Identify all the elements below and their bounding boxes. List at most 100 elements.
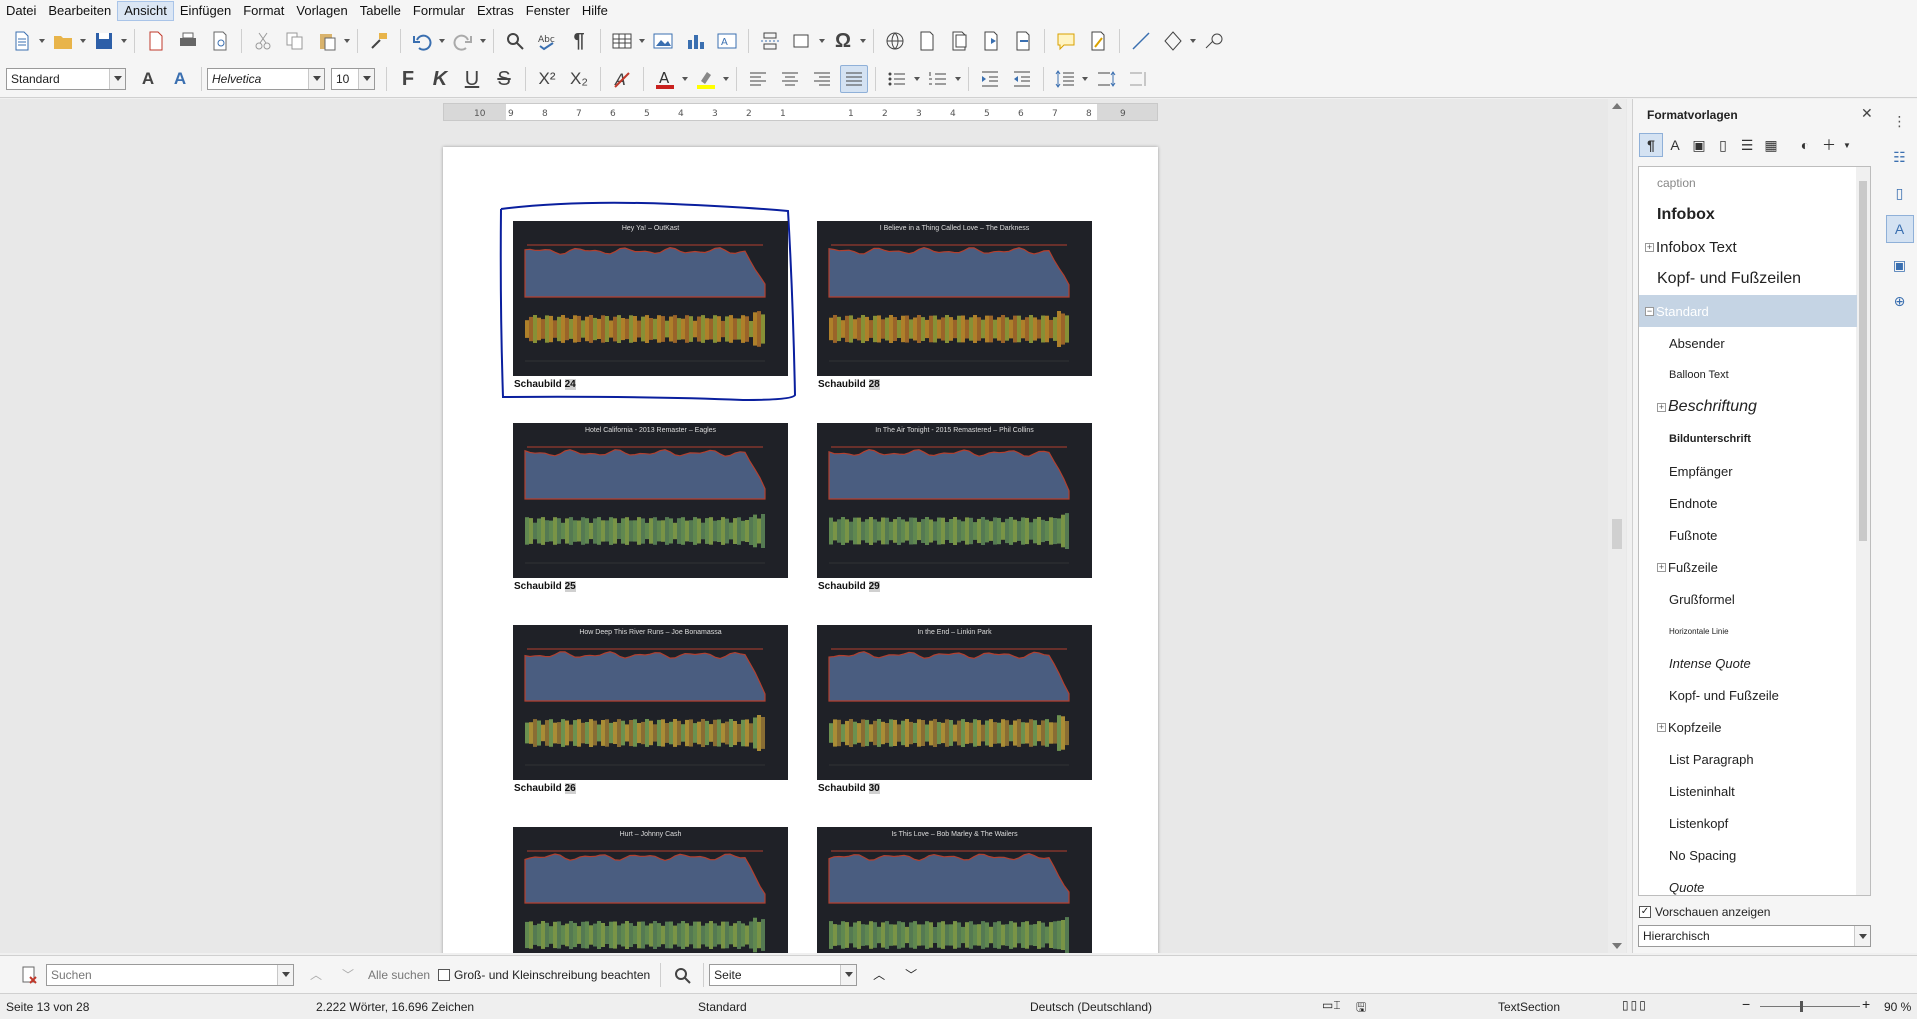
- page-styles-icon[interactable]: ▯: [1711, 133, 1735, 157]
- style-list-scrollbar[interactable]: [1856, 167, 1870, 895]
- navigator-icon[interactable]: ⊕: [1886, 287, 1914, 315]
- special-char-dropdown[interactable]: [859, 27, 866, 55]
- save-icon[interactable]: [90, 27, 118, 55]
- style-item[interactable]: + Kopfzeile: [1639, 711, 1857, 743]
- paragraph-style-combo[interactable]: Standard: [6, 67, 126, 90]
- caption-number-field[interactable]: 25: [564, 581, 576, 592]
- endnote-icon[interactable]: [945, 27, 973, 55]
- character-styles-icon[interactable]: A: [1663, 133, 1687, 157]
- find-replace-icon[interactable]: [501, 27, 529, 55]
- style-item[interactable]: + Infobox Text: [1639, 231, 1857, 263]
- style-item[interactable]: − Standard: [1639, 295, 1857, 327]
- bookmark-icon[interactable]: [977, 27, 1005, 55]
- new-document-icon[interactable]: [8, 27, 36, 55]
- update-style-icon[interactable]: A: [134, 65, 162, 93]
- line-spacing-icon[interactable]: [1051, 65, 1079, 93]
- style-item[interactable]: Intense Quote: [1639, 647, 1857, 679]
- insert-field-icon[interactable]: [788, 27, 816, 55]
- menu-4[interactable]: Format: [237, 1, 290, 21]
- clear-formatting-icon[interactable]: A: [608, 65, 636, 93]
- new-dropdown[interactable]: [38, 27, 45, 55]
- menu-5[interactable]: Vorlagen: [290, 1, 353, 21]
- selection-mode-icon[interactable]: ▭⌶: [1322, 998, 1341, 1013]
- collapse-icon[interactable]: −: [1645, 306, 1654, 316]
- caption-number-field[interactable]: 24: [564, 379, 576, 390]
- copy-icon[interactable]: [281, 27, 309, 55]
- increase-spacing-icon[interactable]: [1092, 65, 1120, 93]
- expand-icon[interactable]: +: [1657, 722, 1666, 732]
- paste-dropdown[interactable]: [343, 27, 350, 55]
- expand-icon[interactable]: +: [1657, 562, 1666, 572]
- find-all-button[interactable]: Alle suchen: [368, 968, 430, 982]
- font-size-combo[interactable]: 10: [331, 67, 375, 90]
- zoom-out-icon[interactable]: −: [1742, 996, 1750, 1012]
- superscript-button[interactable]: X²: [533, 65, 561, 93]
- cross-reference-icon[interactable]: [1009, 27, 1037, 55]
- chevron-down-icon[interactable]: [840, 964, 857, 985]
- print-icon[interactable]: [174, 27, 202, 55]
- cut-icon[interactable]: [249, 27, 277, 55]
- strikethrough-button[interactable]: S: [490, 65, 518, 93]
- table-dropdown[interactable]: [638, 27, 645, 55]
- style-item[interactable]: List Paragraph: [1639, 743, 1857, 775]
- zoom-level[interactable]: 90 %: [1884, 1000, 1911, 1014]
- menu-8[interactable]: Extras: [471, 1, 520, 21]
- zoom-in-icon[interactable]: +: [1862, 996, 1870, 1012]
- match-case-checkbox[interactable]: Groß- und Kleinschreibung beachten: [438, 968, 650, 982]
- insert-chart-icon[interactable]: [681, 27, 709, 55]
- chart-image[interactable]: Is This Love – Bob Marley & The Wailers: [817, 827, 1092, 953]
- chevron-down-icon[interactable]: ▼: [1841, 133, 1853, 157]
- style-item[interactable]: + Fußzeile: [1639, 551, 1857, 583]
- paragraph-styles-icon[interactable]: ¶: [1639, 133, 1663, 157]
- expand-icon[interactable]: +: [1657, 402, 1666, 412]
- find-replace-dialog-icon[interactable]: [668, 961, 696, 989]
- insert-image-icon[interactable]: [649, 27, 677, 55]
- style-item[interactable]: No Spacing: [1639, 839, 1857, 871]
- chevron-down-icon[interactable]: [1854, 926, 1870, 946]
- document-page[interactable]: Hey Ya! – OutKast Schaubild 24 I Believe i…: [443, 147, 1158, 953]
- hyperlink-icon[interactable]: [881, 27, 909, 55]
- list-styles-icon[interactable]: ☰: [1735, 133, 1759, 157]
- chevron-down-icon[interactable]: [109, 68, 125, 89]
- menu-9[interactable]: Fenster: [520, 1, 576, 21]
- highlight-color-icon[interactable]: [692, 65, 720, 93]
- font-name-combo[interactable]: Helvetica: [207, 67, 325, 90]
- underline-button[interactable]: U: [458, 65, 486, 93]
- menu-1[interactable]: Bearbeiten: [42, 1, 117, 21]
- highlight-dropdown[interactable]: [722, 65, 729, 93]
- figure-caption[interactable]: Schaubild 25: [514, 581, 576, 592]
- chart-image[interactable]: Hey Ya! – OutKast: [513, 221, 788, 376]
- style-list[interactable]: caption Infobox + Infobox Text Kopf- und Fuß…: [1638, 166, 1871, 896]
- style-item[interactable]: Quote: [1639, 871, 1857, 895]
- chart-image[interactable]: How Deep This River Runs – Joe Bonamassa: [513, 625, 788, 780]
- bullet-dropdown[interactable]: [913, 65, 920, 93]
- shapes-dropdown[interactable]: [1189, 27, 1196, 55]
- bold-button[interactable]: F: [394, 65, 422, 93]
- style-item[interactable]: Empfänger: [1639, 455, 1857, 487]
- justify-icon[interactable]: [840, 64, 868, 93]
- save-dropdown[interactable]: [120, 27, 127, 55]
- style-item[interactable]: Kopf- und Fußzeilen: [1639, 263, 1857, 295]
- figure-caption[interactable]: Schaubild 29: [818, 581, 880, 592]
- menu-6[interactable]: Tabelle: [354, 1, 407, 21]
- language[interactable]: Deutsch (Deutschland): [1030, 1000, 1152, 1014]
- page-break-icon[interactable]: [756, 27, 784, 55]
- figure-caption[interactable]: Schaubild 26: [514, 783, 576, 794]
- numbered-dropdown[interactable]: [954, 65, 961, 93]
- style-filter-combo[interactable]: Hierarchisch: [1638, 925, 1871, 947]
- caption-number-field[interactable]: 26: [564, 783, 576, 794]
- formatting-marks-icon[interactable]: ¶: [565, 27, 593, 55]
- print-preview-icon[interactable]: [206, 27, 234, 55]
- document-scrollbar[interactable]: [1608, 99, 1626, 953]
- chart-image[interactable]: Hotel California - 2013 Remaster – Eagle…: [513, 423, 788, 578]
- show-previews-checkbox[interactable]: ✓ Vorschauen anzeigen: [1639, 905, 1770, 919]
- zoom-slider[interactable]: [1760, 1006, 1860, 1007]
- chevron-down-icon[interactable]: [277, 964, 293, 985]
- italic-button[interactable]: K: [426, 65, 454, 93]
- style-item[interactable]: + Beschriftung: [1639, 391, 1857, 423]
- field-dropdown[interactable]: [818, 27, 825, 55]
- style-item[interactable]: caption: [1639, 167, 1857, 199]
- insert-textbox-icon[interactable]: A: [713, 27, 741, 55]
- decrease-indent-icon[interactable]: [1008, 65, 1036, 93]
- caption-number-field[interactable]: 29: [868, 581, 880, 592]
